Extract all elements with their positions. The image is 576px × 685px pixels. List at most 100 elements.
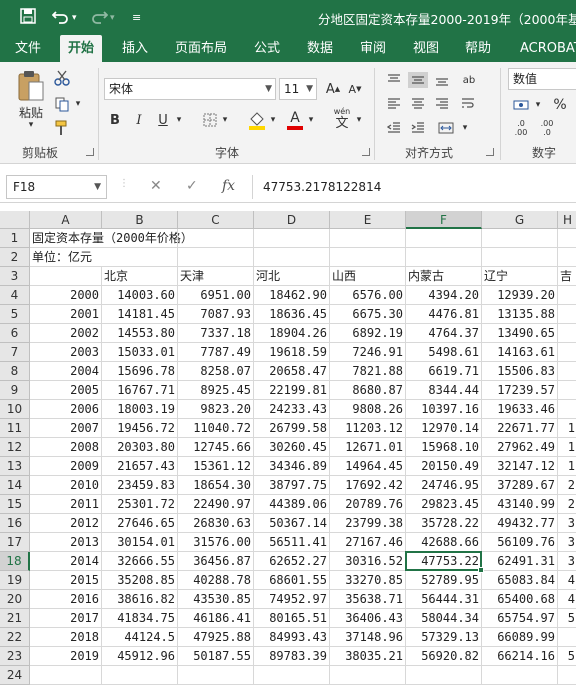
tab-file[interactable]: 文件 [15,35,41,62]
font-name-combo[interactable]: 宋体 ▼ [104,78,276,100]
cell-E1[interactable] [330,229,406,248]
save-icon[interactable] [20,8,36,28]
cell-F7[interactable]: 5498.61 [406,343,482,362]
cell-D12[interactable]: 30260.45 [254,438,330,457]
cell-F17[interactable]: 42688.66 [406,533,482,552]
cell-A14[interactable]: 2010 [30,476,102,495]
cell-A7[interactable]: 2003 [30,343,102,362]
cell-D10[interactable]: 24233.43 [254,400,330,419]
cell-C7[interactable]: 7787.49 [178,343,254,362]
bold-button[interactable]: B [106,110,124,130]
cell-C15[interactable]: 22490.97 [178,495,254,514]
cell-H6[interactable] [558,324,576,343]
tab-review[interactable]: 审阅 [360,35,386,62]
font-launcher-icon[interactable] [362,148,370,156]
row-header-24[interactable]: 24 [0,666,30,685]
cell-C9[interactable]: 8925.45 [178,381,254,400]
cell-D3[interactable]: 河北 [254,267,330,286]
cell-C2[interactable] [178,248,254,267]
column-header-F[interactable]: F [406,211,482,229]
cell-A10[interactable]: 2006 [30,400,102,419]
percent-style-button[interactable]: % [550,96,570,114]
redo-icon[interactable] [90,8,109,28]
cell-D7[interactable]: 19618.59 [254,343,330,362]
cell-B4[interactable]: 14003.60 [102,286,178,305]
underline-dropdown-icon[interactable]: ▾ [174,114,184,126]
cell-G8[interactable]: 15506.83 [482,362,558,381]
cell-F1[interactable] [406,229,482,248]
cell-E3[interactable]: 山西 [330,267,406,286]
cell-H9[interactable] [558,381,576,400]
cell-D2[interactable] [254,248,330,267]
merge-center-icon[interactable] [432,120,460,136]
column-header-G[interactable]: G [482,211,558,229]
row-header-6[interactable]: 6 [0,324,30,343]
cell-B17[interactable]: 30154.01 [102,533,178,552]
cell-F2[interactable] [406,248,482,267]
column-header-B[interactable]: B [102,211,178,229]
cell-D5[interactable]: 18636.45 [254,305,330,324]
cell-F8[interactable]: 6619.71 [406,362,482,381]
cell-G15[interactable]: 43140.99 [482,495,558,514]
cell-A18[interactable]: 2014 [30,552,102,571]
cell-C12[interactable]: 12745.66 [178,438,254,457]
cell-A15[interactable]: 2011 [30,495,102,514]
cell-D9[interactable]: 22199.81 [254,381,330,400]
cell-A4[interactable]: 2000 [30,286,102,305]
row-header-1[interactable]: 1 [0,229,30,248]
cell-H24[interactable] [558,666,576,685]
cell-E8[interactable]: 7821.88 [330,362,406,381]
cell-B23[interactable]: 45912.96 [102,647,178,666]
cell-E14[interactable]: 17692.42 [330,476,406,495]
cell-F18[interactable]: 47753.22 [406,552,482,571]
cell-C5[interactable]: 7087.93 [178,305,254,324]
tab-view[interactable]: 视图 [413,35,439,62]
row-header-3[interactable]: 3 [0,267,30,286]
cell-B7[interactable]: 15033.01 [102,343,178,362]
cell-H20[interactable]: 4 [558,590,576,609]
cell-G1[interactable] [482,229,558,248]
cell-F11[interactable]: 12970.14 [406,419,482,438]
cell-E13[interactable]: 14964.45 [330,457,406,476]
cell-H10[interactable] [558,400,576,419]
format-painter-icon[interactable] [52,118,72,138]
row-header-23[interactable]: 23 [0,647,30,666]
column-header-D[interactable]: D [254,211,330,229]
cell-G18[interactable]: 62491.31 [482,552,558,571]
tab-insert[interactable]: 插入 [122,35,148,62]
cell-E18[interactable]: 30316.52 [330,552,406,571]
cell-E24[interactable] [330,666,406,685]
cell-B18[interactable]: 32666.55 [102,552,178,571]
cell-H5[interactable] [558,305,576,324]
row-header-5[interactable]: 5 [0,305,30,324]
cell-B2[interactable] [102,248,178,267]
wrap-text-icon[interactable] [458,96,478,112]
cell-H19[interactable]: 4 [558,571,576,590]
cell-C10[interactable]: 9823.20 [178,400,254,419]
cut-icon[interactable] [52,68,72,88]
cell-C11[interactable]: 11040.72 [178,419,254,438]
cell-D19[interactable]: 68601.55 [254,571,330,590]
cell-D23[interactable]: 89783.39 [254,647,330,666]
cell-D15[interactable]: 44389.06 [254,495,330,514]
undo-dropdown-icon[interactable]: ▾ [72,8,77,28]
name-box[interactable]: F18 ▼ [6,175,107,199]
cell-C4[interactable]: 6951.00 [178,286,254,305]
cell-D14[interactable]: 38797.75 [254,476,330,495]
cell-C18[interactable]: 36456.87 [178,552,254,571]
column-header-A[interactable]: A [30,211,102,229]
cell-B3[interactable]: 北京 [102,267,178,286]
cell-H15[interactable]: 2 [558,495,576,514]
cell-F14[interactable]: 24746.95 [406,476,482,495]
cell-B9[interactable]: 16767.71 [102,381,178,400]
cell-C3[interactable]: 天津 [178,267,254,286]
cell-C8[interactable]: 8258.07 [178,362,254,381]
column-header-H[interactable]: H [558,211,576,229]
cell-A21[interactable]: 2017 [30,609,102,628]
font-size-combo[interactable]: 11 ▼ [279,78,317,100]
cell-G10[interactable]: 19633.46 [482,400,558,419]
cell-D22[interactable]: 84993.43 [254,628,330,647]
cell-B6[interactable]: 14553.80 [102,324,178,343]
row-header-7[interactable]: 7 [0,343,30,362]
cell-D20[interactable]: 74952.97 [254,590,330,609]
